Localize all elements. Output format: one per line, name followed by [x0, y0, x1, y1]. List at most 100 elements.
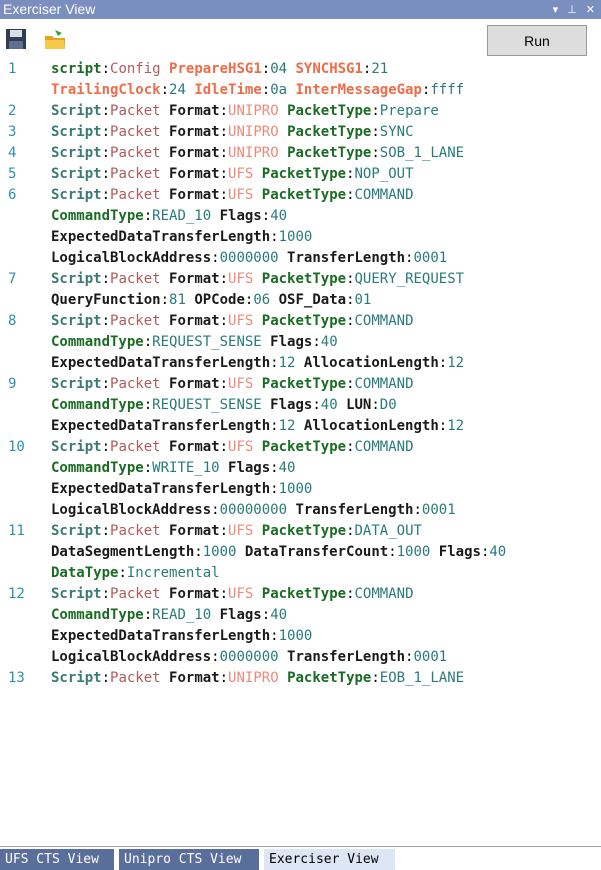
script-token: : [101, 103, 111, 119]
script-line-row: ExpectedDataTransferLength:1000 [51, 626, 601, 647]
script-token: Format [169, 103, 220, 119]
script-token: : [219, 670, 229, 686]
pin-icon[interactable]: ⊥ [567, 0, 577, 19]
script-line-row: DataType:Incremental [51, 563, 601, 584]
script-token: Script [51, 124, 102, 140]
script-token: : [346, 313, 355, 329]
script-token: COMMAND [354, 187, 414, 203]
script-token: : [388, 544, 397, 560]
script-token: : [346, 292, 355, 308]
script-token: : [219, 187, 229, 203]
script-line-row: LogicalBlockAddress:00000000 TransferLen… [51, 500, 601, 521]
script-token: LogicalBlockAddress [51, 649, 212, 665]
script-token: PacketType [261, 313, 347, 329]
script-token: TransferLength [287, 250, 406, 266]
script-line[interactable]: 12 Script:Packet Format:UFS PacketType:CO… [0, 584, 601, 668]
script-line[interactable]: 4 Script:Packet Format:UNIPRO PacketType:… [0, 143, 601, 164]
script-token: Script [51, 586, 102, 602]
script-line[interactable]: 2 Script:Packet Format:UNIPRO PacketType:… [0, 101, 601, 122]
script-token: : [371, 124, 380, 140]
script-token: WRITE_10 [152, 460, 229, 476]
script-token: ExpectedDataTransferLength [51, 418, 271, 434]
save-icon[interactable] [5, 28, 27, 50]
script-token: 12 [278, 418, 304, 434]
script-token: 00000000 [219, 502, 296, 518]
script-line[interactable]: 10 Script:Packet Format:UFS PacketType:CO… [0, 437, 601, 521]
script-token: UFS [228, 313, 262, 329]
script-token: ExpectedDataTransferLength [51, 229, 271, 245]
line-number: 9 [8, 376, 17, 392]
script-token: : [211, 502, 220, 518]
script-token: : [270, 481, 279, 497]
script-editor[interactable]: 1 script:Config PrepareHSG1:04 SYNCHSG1:2… [0, 59, 601, 845]
script-token: Format [169, 586, 220, 602]
script-token: 04 [270, 61, 296, 77]
window-title: Exerciser View [3, 1, 96, 17]
script-line-row: script:Config PrepareHSG1:04 SYNCHSG1:21 [51, 59, 601, 80]
script-token: 1000 [278, 628, 313, 644]
tab-exerciser-view[interactable]: Exerciser View [264, 849, 395, 870]
script-token: UFS [228, 439, 262, 455]
script-line-row: Script:Packet Format:UFS PacketType:COMM… [51, 311, 601, 332]
close-icon[interactable]: ✕ [586, 0, 595, 19]
script-token: 1000 [278, 229, 313, 245]
script-token: : [346, 187, 355, 203]
script-token: Config [110, 61, 170, 77]
script-line-row: Script:Packet Format:UNIPRO PacketType:P… [51, 101, 601, 122]
script-token: : [143, 397, 153, 413]
script-token: Format [169, 124, 220, 140]
script-token: : [371, 397, 380, 413]
script-token: Format [169, 439, 220, 455]
script-token: : [219, 586, 229, 602]
script-token: : [160, 292, 170, 308]
tab-ufs-cts-view[interactable]: UFS CTS View [0, 849, 114, 870]
open-folder-icon[interactable] [44, 28, 66, 50]
script-token: Format [169, 166, 220, 182]
chevron-down-icon[interactable]: ▾ [553, 0, 559, 19]
script-line[interactable]: 13 Script:Packet Format:UNIPRO PacketType… [0, 668, 601, 689]
script-token: UNIPRO [228, 103, 288, 119]
script-line[interactable]: 6 Script:Packet Format:UFS PacketType:COM… [0, 185, 601, 269]
script-token: Script [51, 670, 102, 686]
script-token: CommandType [51, 607, 144, 623]
script-token: Format [169, 523, 220, 539]
script-line-row: Script:Packet Format:UFS PacketType:COMM… [51, 437, 601, 458]
script-line[interactable]: 9 Script:Packet Format:UFS PacketType:COM… [0, 374, 601, 437]
script-line[interactable]: 11 Script:Packet Format:UFS PacketType:DA… [0, 521, 601, 584]
script-token: DataTransferCount [244, 544, 389, 560]
script-line-row: Script:Packet Format:UNIPRO PacketType:S… [51, 122, 601, 143]
script-token: 1000 [396, 544, 439, 560]
script-line[interactable]: 3 Script:Packet Format:UNIPRO PacketType:… [0, 122, 601, 143]
script-token: 81 [169, 292, 195, 308]
script-token: : [371, 103, 380, 119]
bottom-tab-strip: UFS CTS View Unipro CTS View Exerciser V… [0, 846, 601, 870]
script-token: Packet [110, 439, 170, 455]
script-line[interactable]: 5 Script:Packet Format:UFS PacketType:NOP… [0, 164, 601, 185]
script-token: READ_10 [152, 208, 220, 224]
script-token: Incremental [126, 565, 220, 581]
script-line[interactable]: 1 script:Config PrepareHSG1:04 SYNCHSG1:2… [0, 59, 601, 101]
script-line-row: LogicalBlockAddress:0000000 TransferLeng… [51, 647, 601, 668]
script-token: PrepareHSG1 [169, 61, 262, 77]
script-line[interactable]: 7 Script:Packet Format:UFS PacketType:QUE… [0, 269, 601, 311]
script-line[interactable]: 8 Script:Packet Format:UFS PacketType:COM… [0, 311, 601, 374]
script-token: PacketType [261, 439, 347, 455]
script-token: 40 [320, 397, 347, 413]
script-token: PacketType [287, 103, 372, 119]
script-token: ExpectedDataTransferLength [51, 481, 271, 497]
script-token: : [270, 628, 279, 644]
script-line-row: CommandType:REQUEST_SENSE Flags:40 [51, 332, 601, 353]
script-token: : [270, 229, 279, 245]
script-line-row: ExpectedDataTransferLength:1000 [51, 479, 601, 500]
script-token: Packet [110, 145, 170, 161]
script-token: : [101, 187, 111, 203]
tab-unipro-cts-view[interactable]: Unipro CTS View [119, 849, 259, 870]
script-token: 12 [447, 418, 465, 434]
run-button[interactable]: Run [487, 25, 587, 56]
script-token: Flags [270, 397, 313, 413]
script-line-row: CommandType:REQUEST_SENSE Flags:40 LUN:D… [51, 395, 601, 416]
script-token: UFS [228, 271, 262, 287]
script-token: NOP_OUT [354, 166, 414, 182]
script-token: : [219, 124, 229, 140]
script-token: Script [51, 313, 102, 329]
